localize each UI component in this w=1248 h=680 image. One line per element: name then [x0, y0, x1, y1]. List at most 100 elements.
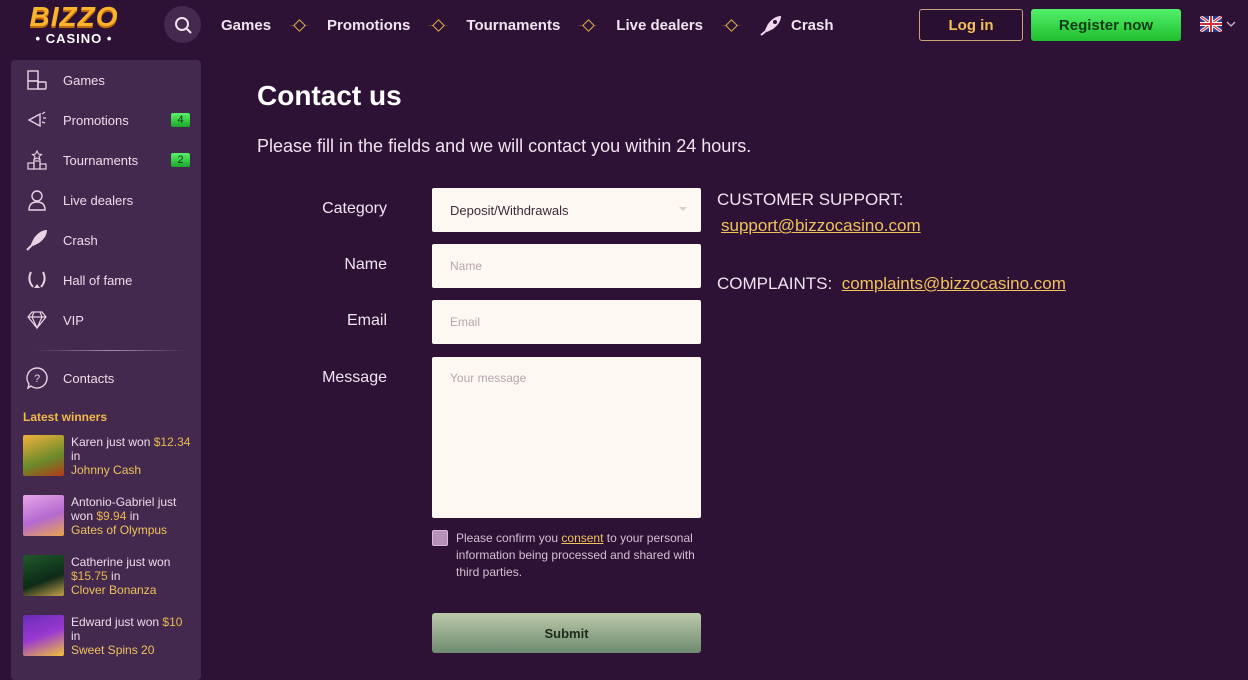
winner-amount: $9.94: [96, 509, 127, 523]
sidebar-item-label: Tournaments: [63, 152, 139, 168]
top-bar: BIZZO • CASINO • Games Promotions Tourna…: [0, 0, 1248, 50]
sidebar-item-label: Crash: [63, 232, 98, 248]
game-thumbnail-clover-bonanza[interactable]: [23, 555, 64, 596]
category-select[interactable]: Deposit/Withdrawals: [432, 188, 701, 232]
diamond-separator-icon: [720, 20, 743, 30]
winner-item[interactable]: Edward just won $10 in Sweet Spins 20: [23, 615, 193, 665]
nav-crash-label: Crash: [791, 16, 834, 34]
winner-name: Karen just won: [71, 435, 154, 449]
sidebar-item-label: Hall of fame: [63, 272, 133, 288]
sidebar-item-crash[interactable]: Crash: [11, 220, 201, 260]
latest-winners-title: Latest winners: [23, 410, 108, 424]
email-label: Email: [346, 312, 387, 329]
uk-flag-icon: [1200, 16, 1222, 32]
complaints-label: COMPLAINTS:: [717, 274, 833, 293]
diamond-icon: [27, 311, 47, 330]
search-button[interactable]: [164, 6, 201, 43]
nav-separator: [703, 20, 759, 30]
name-label: Name: [344, 256, 387, 273]
nav-tournaments[interactable]: Tournaments: [466, 17, 560, 34]
laurel-icon: [28, 271, 46, 288]
games-icon: [27, 70, 47, 90]
consent-checkbox[interactable]: [432, 530, 448, 546]
sidebar-item-label: Contacts: [63, 370, 115, 386]
game-thumbnail-gates-of-olympus[interactable]: [23, 495, 64, 536]
message-textarea[interactable]: Your message: [432, 357, 701, 518]
tournaments-count-badge: 2: [171, 153, 190, 167]
winner-item[interactable]: Catherine just won $15.75 in Clover Bonan…: [23, 555, 193, 605]
nav-crash[interactable]: Crash: [759, 14, 834, 36]
message-placeholder: Your message: [450, 371, 527, 385]
winner-amount: $12.34: [153, 435, 191, 449]
promotions-count-badge: 4: [171, 113, 190, 127]
email-input[interactable]: Email: [432, 300, 701, 344]
winner-text: Karen just won $12.34 in Johnny Cash: [71, 435, 196, 477]
consent-text-pre: Please confirm you: [456, 531, 562, 545]
consent-link[interactable]: consent: [561, 531, 603, 545]
login-button[interactable]: Log in: [919, 9, 1023, 41]
complaints-row: COMPLAINTS: complaints@bizzocasino.com: [717, 274, 1066, 294]
diamond-separator-icon: [288, 20, 311, 30]
winner-item[interactable]: Antonio-Gabriel just won $9.94 in Gates o…: [23, 495, 193, 545]
winner-text: Catherine just won $15.75 in Clover Bonan…: [71, 555, 196, 597]
sidebar: Games Promotions 4 Tournaments 2 Live de…: [11, 60, 201, 680]
register-button[interactable]: Register now: [1031, 9, 1181, 41]
winner-amount: $10: [162, 615, 183, 629]
winner-text: Antonio-Gabriel just won $9.94 in Gates o…: [71, 495, 196, 537]
page-subtitle: Please fill in the fields and we will co…: [257, 136, 752, 156]
sidebar-item-label: Games: [63, 72, 105, 88]
sidebar-item-contacts[interactable]: ? Contacts: [11, 358, 201, 398]
category-value: Deposit/Withdrawals: [450, 202, 569, 218]
winner-game-link[interactable]: Sweet Spins 20: [71, 643, 154, 657]
sidebar-item-promotions[interactable]: Promotions 4: [11, 100, 201, 140]
page-title: Contact us: [257, 80, 402, 111]
sidebar-divider: [35, 350, 187, 351]
winner-in: in: [126, 509, 140, 523]
rocket-icon: [26, 230, 47, 251]
question-bubble-icon: ?: [26, 367, 48, 390]
sidebar-item-vip[interactable]: VIP: [11, 300, 201, 340]
winner-game-link[interactable]: Johnny Cash: [71, 463, 141, 477]
support-email-link[interactable]: support@bizzocasino.com: [721, 216, 921, 235]
message-label: Message: [322, 369, 387, 386]
diamond-separator-icon: [427, 20, 450, 30]
nav-promotions[interactable]: Promotions: [327, 17, 410, 34]
winner-in: in: [71, 629, 81, 643]
winner-item[interactable]: Karen just won $12.34 in Johnny Cash: [23, 435, 193, 485]
game-thumbnail-sweet-spins-20[interactable]: [23, 615, 64, 656]
dropdown-arrow-icon: [679, 207, 687, 211]
main-nav: Games Promotions Tournaments Live dealer…: [221, 0, 834, 50]
nav-separator: [410, 20, 466, 30]
sidebar-item-live-dealers[interactable]: Live dealers: [11, 180, 201, 220]
email-placeholder: Email: [450, 315, 481, 329]
winner-game-link[interactable]: Clover Bonanza: [71, 583, 156, 597]
name-input[interactable]: Name: [432, 244, 701, 288]
logo-wordmark: BIZZO: [29, 1, 119, 32]
winner-name: Edward just won: [71, 615, 163, 629]
winner-text: Edward just won $10 in Sweet Spins 20: [71, 615, 196, 657]
complaints-email-link[interactable]: complaints@bizzocasino.com: [842, 274, 1066, 293]
name-placeholder: Name: [450, 259, 483, 273]
customer-support-label: CUSTOMER SUPPORT:: [717, 190, 904, 209]
nav-separator: [271, 20, 327, 30]
winner-amount: $15.75: [71, 569, 108, 583]
bizzo-casino-logo[interactable]: BIZZO • CASINO •: [22, 3, 126, 47]
sidebar-item-games[interactable]: Games: [11, 60, 201, 100]
megaphone-icon: [27, 111, 46, 128]
winner-in: in: [71, 449, 81, 463]
winner-in: in: [107, 569, 121, 583]
winner-game-link[interactable]: Gates of Olympus: [71, 523, 167, 537]
nav-live-dealers[interactable]: Live dealers: [616, 17, 703, 34]
sidebar-item-label: Promotions: [63, 112, 129, 128]
sidebar-item-label: VIP: [63, 312, 84, 328]
svg-text:?: ?: [34, 373, 40, 385]
winner-name: Catherine just won: [71, 555, 171, 569]
logo-subtitle: • CASINO •: [35, 31, 113, 46]
game-thumbnail-johnny-cash[interactable]: [23, 435, 64, 476]
language-selector[interactable]: [1200, 16, 1236, 32]
search-icon: [174, 16, 191, 33]
nav-games[interactable]: Games: [221, 17, 271, 34]
submit-button[interactable]: Submit: [432, 613, 701, 653]
sidebar-item-hall-of-fame[interactable]: Hall of fame: [11, 260, 201, 300]
sidebar-item-tournaments[interactable]: Tournaments 2: [11, 140, 201, 180]
